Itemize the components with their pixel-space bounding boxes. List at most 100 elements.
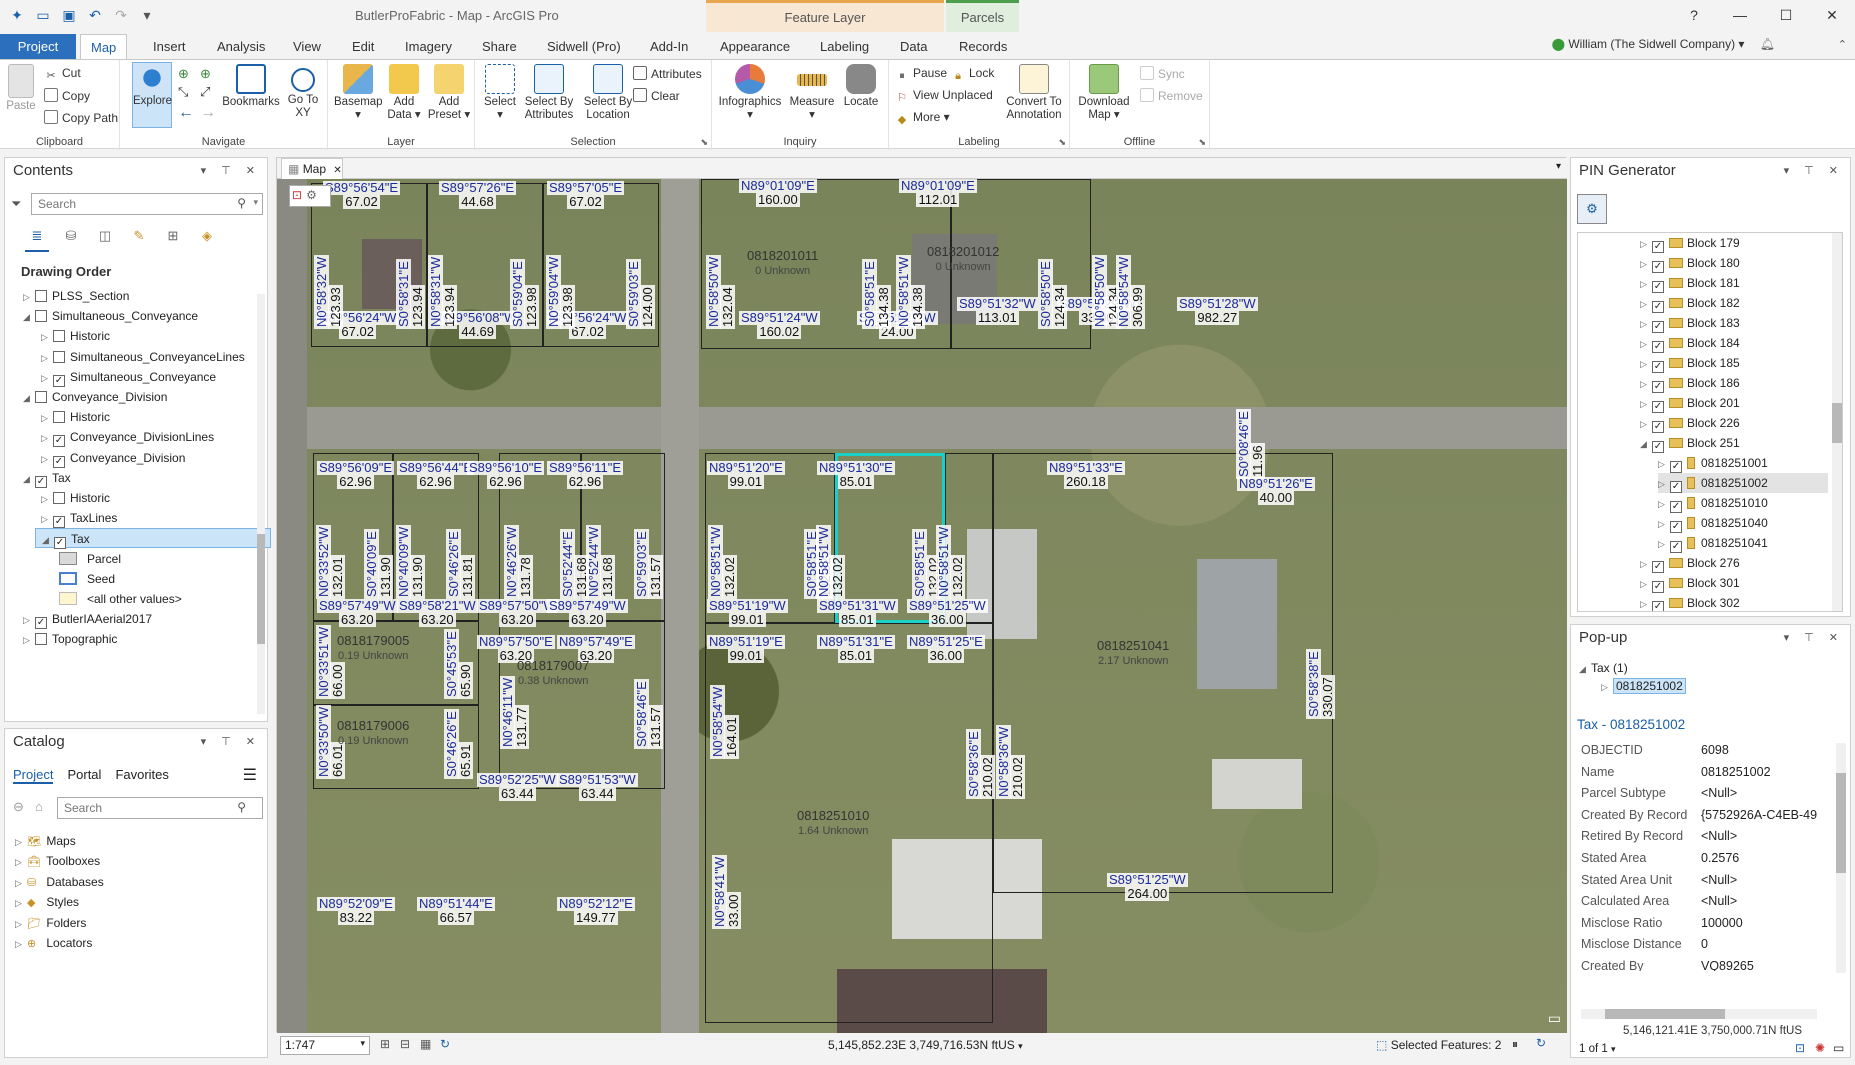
expand-arrow-icon[interactable]: ▷ <box>1640 334 1652 354</box>
tab-records[interactable]: Records <box>949 34 1017 59</box>
cut-button[interactable]: ✂ Cut <box>44 66 80 83</box>
snapping-icon[interactable]: ⊡ <box>292 188 302 204</box>
grid-icon[interactable]: ⊞ <box>380 1037 390 1051</box>
expand-arrow-icon[interactable]: ▷ <box>41 327 53 347</box>
pin-checkbox[interactable]: ✓ <box>1652 281 1664 293</box>
pin-block-item[interactable]: ▷ ✓ Block 226 <box>1640 413 1740 433</box>
pin-block-item[interactable]: ▷ ✓ Block 201 <box>1640 393 1740 413</box>
layer-item[interactable]: ▷ Historic <box>41 488 110 508</box>
catalog-item[interactable]: ▷ 🗺︎ Maps <box>15 831 76 851</box>
pin-checkbox[interactable]: ✓ <box>1652 321 1664 333</box>
catalog-menu-icon[interactable]: ☰ <box>243 765 257 785</box>
expand-arrow-icon[interactable]: ▷ <box>15 873 27 893</box>
list-by-snapping-icon[interactable]: ⊞ <box>161 228 185 252</box>
expand-arrow-icon[interactable]: ▷ <box>15 934 27 954</box>
explore-button[interactable]: Explore <box>132 62 172 128</box>
visibility-checkbox[interactable] <box>35 290 47 302</box>
tab-catalog-portal[interactable]: Portal <box>67 767 101 784</box>
pin-checkbox[interactable]: ✓ <box>1670 481 1682 493</box>
dialog-launcher-icon[interactable]: ⬊ <box>1058 137 1066 148</box>
popup-scrollbar-v[interactable] <box>1836 743 1846 973</box>
home-icon[interactable]: ⌂ <box>35 799 43 814</box>
visibility-checkbox[interactable]: ✓ <box>54 537 66 550</box>
save-icon[interactable]: ▣ <box>60 6 78 24</box>
add-preset-button[interactable]: Add Preset ▾ <box>426 64 472 122</box>
popup-scrollbar-h[interactable] <box>1581 1009 1817 1019</box>
expand-arrow-icon[interactable]: ▷ <box>1658 494 1670 514</box>
zoom-to-icon[interactable]: ⊡ <box>1795 1041 1805 1055</box>
back-icon[interactable]: ← <box>178 104 194 122</box>
pane-controls[interactable]: ▾ ⊤ ✕ <box>201 729 261 755</box>
visibility-checkbox[interactable]: ✓ <box>35 617 47 630</box>
layer-item[interactable]: ◢ Simultaneous_Conveyance <box>23 306 198 326</box>
expand-arrow-icon[interactable]: ▷ <box>41 509 53 529</box>
visibility-checkbox[interactable] <box>35 633 47 646</box>
back-icon[interactable]: ⊖ <box>13 799 24 815</box>
pin-checkbox[interactable]: ✓ <box>1652 301 1664 313</box>
expand-arrow-icon[interactable]: ▷ <box>1658 514 1670 534</box>
bookmarks-button[interactable]: Bookmarks <box>222 64 280 109</box>
visibility-checkbox[interactable]: ✓ <box>53 455 65 468</box>
expand-arrow-icon[interactable]: ▷ <box>1640 374 1652 394</box>
tab-share[interactable]: Share <box>472 34 527 59</box>
visibility-checkbox[interactable] <box>53 350 65 363</box>
collapse-arrow-icon[interactable]: ◢ <box>23 307 35 327</box>
pause-drawing-icon[interactable]: ⏸ <box>1512 1037 1518 1052</box>
expand-arrow-icon[interactable]: ▷ <box>23 610 35 630</box>
expand-arrow-icon[interactable]: ▷ <box>1640 354 1652 374</box>
pin-parcel-item[interactable]: ▷ ✓ 0818251040 <box>1658 513 1768 533</box>
dialog-launcher-icon[interactable]: ⬊ <box>700 137 708 148</box>
layer-item[interactable]: ▷ ✓ Conveyance_DivisionLines <box>41 427 214 448</box>
pin-block-item[interactable]: ▷ ✓ Block 302 <box>1640 593 1740 611</box>
lock-labels-button[interactable]: 🔒︎ Lock <box>951 66 994 83</box>
layer-item[interactable]: ▷ Historic <box>41 326 110 346</box>
layer-item[interactable]: ▷ ✓ TaxLines <box>41 508 117 529</box>
tab-insert[interactable]: Insert <box>143 34 196 59</box>
pin-block-item[interactable]: ▷ ✓ Block 301 <box>1640 573 1740 593</box>
pane-controls[interactable]: ▾ ⊤ ✕ <box>1784 625 1844 651</box>
refresh-icon[interactable]: ↻ <box>1536 1036 1546 1050</box>
select-by-location-button[interactable]: Select By Location <box>579 64 637 122</box>
flash-icon[interactable]: ✺ <box>1815 1041 1825 1055</box>
map-settings-icon[interactable]: ⚙ <box>306 188 317 204</box>
select-button[interactable]: Select ▾ <box>481 64 519 122</box>
pin-block-item[interactable]: ▷ ✓ Block 180 <box>1640 253 1740 273</box>
tab-catalog-favorites[interactable]: Favorites <box>115 767 168 784</box>
go-to-xy-button[interactable]: Go To XY <box>284 64 322 120</box>
visibility-checkbox[interactable] <box>53 492 65 504</box>
locate-button[interactable]: Locate <box>840 64 882 109</box>
pane-controls[interactable]: ▾ ⊤ ✕ <box>1784 158 1844 184</box>
layer-item[interactable]: ◢ Conveyance_Division <box>23 387 167 407</box>
help-button[interactable]: ? <box>1671 0 1717 30</box>
catalog-item[interactable]: ▷ ⊕ Locators <box>15 933 92 953</box>
layer-item[interactable]: <all other values> <box>59 589 182 609</box>
collapse-arrow-icon[interactable]: ◢ <box>42 530 54 550</box>
pin-parcel-item[interactable]: ▷ ✓ 0818251041 <box>1658 533 1768 553</box>
pin-checkbox[interactable]: ✓ <box>1652 401 1664 413</box>
list-by-drawing-order-icon[interactable]: ≣ <box>25 228 49 252</box>
visibility-checkbox[interactable]: ✓ <box>53 516 65 529</box>
close-window-button[interactable]: ✕ <box>1809 0 1855 30</box>
pin-checkbox[interactable]: ✓ <box>1670 461 1682 473</box>
pin-tree-scrollbar[interactable] <box>1832 233 1842 611</box>
popup-feature-row[interactable]: ▷ 0818251002 <box>1601 678 1686 694</box>
visibility-checkbox[interactable] <box>35 391 47 403</box>
pin-checkbox[interactable]: ✓ <box>1670 501 1682 513</box>
expand-arrow-icon[interactable]: ▷ <box>15 852 27 872</box>
pin-checkbox[interactable]: ✓ <box>1670 521 1682 533</box>
layer-item[interactable]: ◢ ✓ Tax <box>23 468 71 488</box>
remove-button[interactable]: Remove <box>1140 88 1203 103</box>
visibility-checkbox[interactable] <box>53 330 65 343</box>
table-view-icon[interactable]: ⊟ <box>400 1037 410 1051</box>
expand-arrow-icon[interactable]: ▷ <box>1640 554 1652 574</box>
notification-bell-icon[interactable]: 🔔︎ <box>1760 37 1775 51</box>
list-by-selection-icon[interactable]: ◫ <box>93 228 117 252</box>
catalog-item[interactable]: ▷ ◆ Styles <box>15 892 79 912</box>
pin-block-item[interactable]: ▷ ✓ Block 182 <box>1640 293 1740 313</box>
ribbon-collapse-icon[interactable]: ⌃ <box>1838 38 1847 51</box>
attributes-button[interactable]: Attributes <box>633 66 702 81</box>
collapse-arrow-icon[interactable]: ◢ <box>1640 434 1652 454</box>
pin-block-item[interactable]: ▷ ✓ Block 185 <box>1640 353 1740 373</box>
tab-add-in[interactable]: Add-In <box>640 34 698 59</box>
list-by-editing-icon[interactable]: ✎ <box>127 228 151 252</box>
